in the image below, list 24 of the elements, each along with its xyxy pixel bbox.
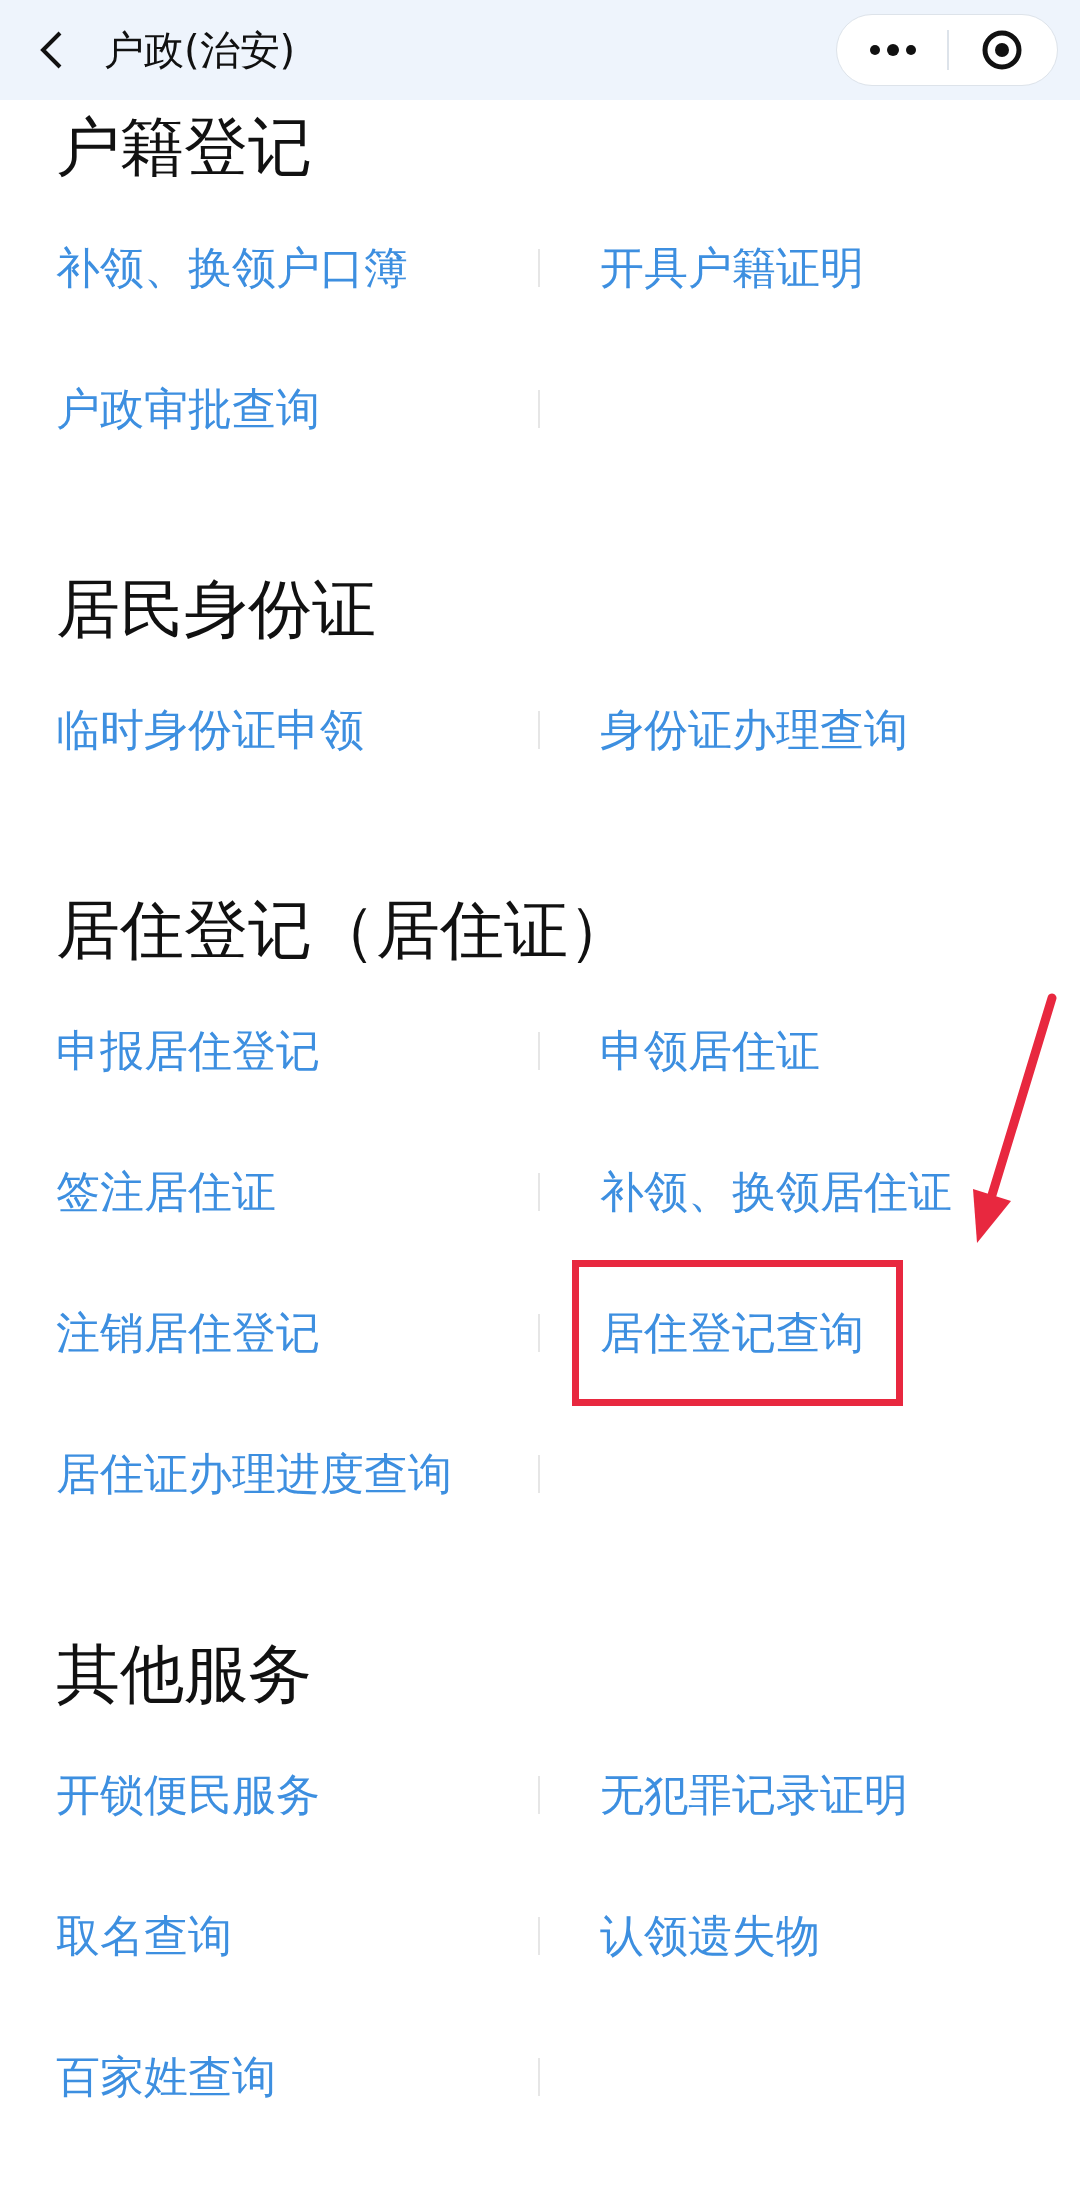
section-heading: 居民身份证 <box>56 577 376 641</box>
service-link[interactable]: 补领、换领居住证 <box>600 1165 952 1217</box>
more-icon[interactable] <box>869 44 917 56</box>
service-link[interactable]: 身份证办理查询 <box>600 703 908 755</box>
service-link[interactable]: 补领、换领户口簿 <box>56 241 408 293</box>
service-link[interactable]: 百家姓查询 <box>56 2050 276 2102</box>
service-link[interactable]: 认领遗失物 <box>600 1909 820 1961</box>
service-link[interactable]: 申领居住证 <box>600 1024 820 1076</box>
service-link[interactable]: 户政审批查询 <box>56 382 320 434</box>
service-link[interactable]: 申报居住登记 <box>56 1024 320 1076</box>
page-title: 户政(治安) <box>104 26 296 75</box>
service-link[interactable]: 取名查询 <box>56 1909 232 1961</box>
section-heading: 其他服务 <box>56 1642 312 1706</box>
service-link[interactable]: 居住登记查询 <box>600 1310 864 1355</box>
back-icon[interactable] <box>38 30 64 70</box>
section-heading: 居住登记（居住证） <box>56 898 632 962</box>
section-heading: 户籍登记 <box>56 115 312 179</box>
service-link[interactable]: 居住证办理进度查询 <box>56 1447 452 1499</box>
service-link[interactable]: 临时身份证申领 <box>56 703 364 755</box>
service-link[interactable]: 开具户籍证明 <box>600 241 864 293</box>
service-link[interactable]: 签注居住证 <box>56 1165 276 1217</box>
service-link[interactable]: 无犯罪记录证明 <box>600 1768 908 1820</box>
service-link[interactable]: 注销居住登记 <box>56 1306 320 1358</box>
service-link[interactable]: 开锁便民服务 <box>56 1768 320 1820</box>
